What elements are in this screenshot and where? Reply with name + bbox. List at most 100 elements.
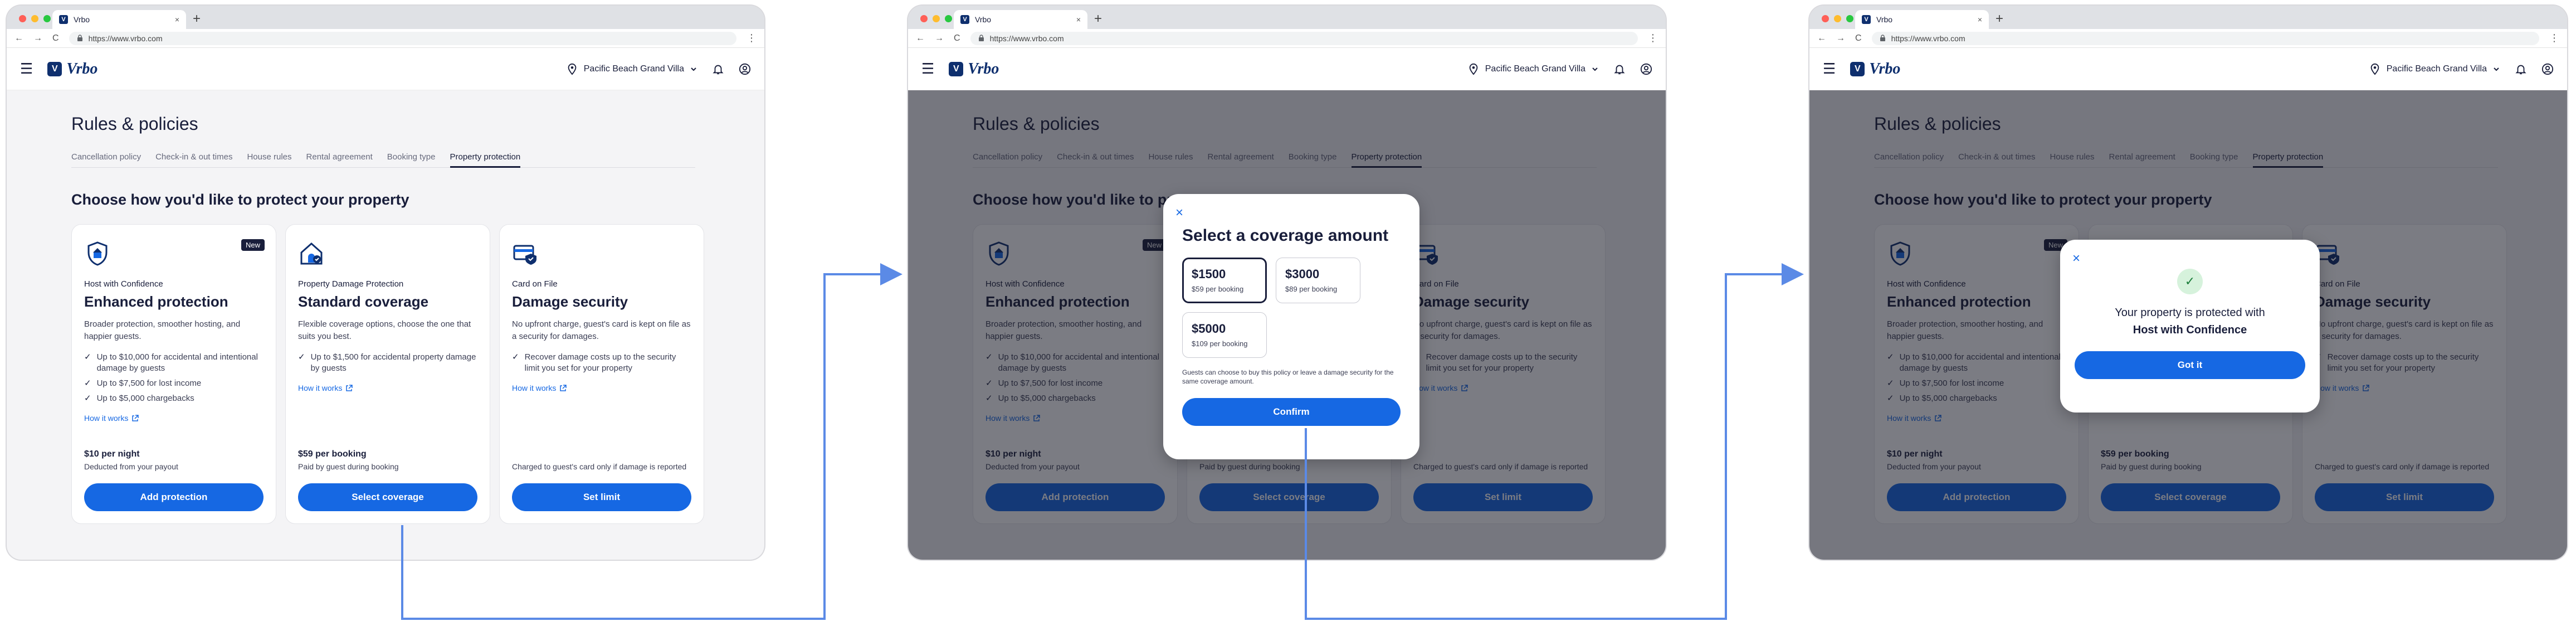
minimize-window-button[interactable] [1834,15,1841,22]
vrbo-logo[interactable]: V Vrbo [1850,60,1900,78]
vrbo-logo-mark: V [47,61,62,76]
benefit-text: Up to $5,000 chargebacks [96,394,194,403]
vrbo-logo[interactable]: V Vrbo [949,60,999,78]
tab-check-in-out-times[interactable]: Check-in & out times [155,150,232,168]
bell-icon[interactable] [712,63,724,75]
coverage-price: $89 per booking [1285,285,1338,293]
vrbo-logo-mark: V [949,61,964,76]
account-icon[interactable] [739,63,751,75]
maximize-window-button[interactable] [43,15,51,22]
reload-icon[interactable]: C [52,33,59,43]
hamburger-menu-icon[interactable]: ☰ [20,60,33,77]
card-benefits: ✓ Up to $1,500 for accidental property da… [298,352,477,378]
browser-tab[interactable]: V Vrbo × [52,10,186,29]
app-header: ☰ V Vrbo Pacific Beach Grand Villa [1809,48,2567,90]
how-it-works-link[interactable]: How it works [298,384,477,392]
new-tab-icon[interactable]: + [1996,11,2003,27]
new-tab-icon[interactable]: + [193,11,201,27]
lock-icon [1880,35,1885,41]
screen-2: V Vrbo × + ← → C https://www.vrbo.com ⋮ … [908,6,1666,560]
hamburger-menu-icon[interactable]: ☰ [1823,60,1836,77]
how-it-works-text: How it works [84,414,129,423]
property-selector[interactable]: Pacific Beach Grand Villa [1467,63,1599,75]
coverage-option[interactable]: $3000 $89 per booking [1276,258,1360,303]
coverage-amount-dialog: × Select a coverage amount $1500 $59 per bo… [1163,194,1419,459]
address-bar[interactable]: https://www.vrbo.com [1871,31,2539,45]
account-icon[interactable] [1640,63,1652,75]
back-icon[interactable]: ← [14,33,23,43]
success-message: Your property is protected with [2115,307,2265,319]
section-title: Choose how you'd like to protect your pr… [71,191,409,208]
card-price: $59 per booking [298,449,367,459]
back-icon[interactable]: ← [916,33,925,43]
card-shield-icon [512,240,539,267]
dialog-title: Select a coverage amount [1182,226,1389,245]
card-description: Broader protection, smoother hosting, an… [84,319,241,341]
minimize-window-button[interactable] [933,15,940,22]
bell-icon[interactable] [2515,63,2527,75]
browser-menu-icon[interactable]: ⋮ [1648,32,1658,44]
benefit-text: Up to $7,500 for lost income [96,379,202,388]
browser-tab-title: Vrbo [74,15,90,24]
card-damage-security: Card on File Damage security No upfront … [499,224,704,524]
close-tab-icon[interactable]: × [1978,15,1982,24]
close-window-button[interactable] [1822,15,1829,22]
tab-cancellation-policy[interactable]: Cancellation policy [71,150,141,168]
browser-tab[interactable]: V Vrbo × [1855,10,1989,29]
reload-icon[interactable]: C [1855,33,1862,43]
property-selector[interactable]: Pacific Beach Grand Villa [2369,63,2500,75]
address-bar-url: https://www.vrbo.com [989,33,1064,43]
tab-booking-type[interactable]: Booking type [387,150,436,168]
browser-tab[interactable]: V Vrbo × [954,10,1087,29]
maximize-window-button[interactable] [1846,15,1853,22]
confirm-button[interactable]: Confirm [1182,398,1401,426]
tab-rental-agreement[interactable]: Rental agreement [306,150,373,168]
coverage-option[interactable]: $1500 $59 per booking [1182,258,1267,303]
browser-menu-icon[interactable]: ⋮ [747,32,757,44]
address-bar-url: https://www.vrbo.com [1891,33,1965,43]
tab-property-protection[interactable]: Property protection [450,150,521,168]
card-price: $10 per night [84,449,140,459]
browser-toolbar: ← → C https://www.vrbo.com ⋮ [1809,29,2567,48]
minimize-window-button[interactable] [31,15,38,22]
forward-icon[interactable]: → [935,33,944,43]
how-it-works-link[interactable]: How it works [84,414,264,423]
select-coverage-button[interactable]: Select coverage [298,483,477,511]
tab-house-rules[interactable]: House rules [247,150,291,168]
maximize-window-button[interactable] [945,15,952,22]
coverage-option[interactable]: $5000 $109 per booking [1182,312,1267,358]
browser-menu-icon[interactable]: ⋮ [2549,32,2559,44]
forward-icon[interactable]: → [1836,33,1845,43]
external-link-icon [132,414,139,421]
card-title: Damage security [512,293,628,310]
vrbo-logo[interactable]: V Vrbo [47,60,97,78]
card-kicker: Property Damage Protection [298,279,404,289]
add-protection-button[interactable]: Add protection [84,483,264,511]
close-icon[interactable]: × [2072,251,2080,266]
close-tab-icon[interactable]: × [175,15,179,24]
how-it-works-link[interactable]: How it works [512,384,691,392]
new-tab-icon[interactable]: + [1094,11,1102,27]
property-selector[interactable]: Pacific Beach Grand Villa [566,63,697,75]
back-icon[interactable]: ← [1817,33,1826,43]
vrbo-wordmark: Vrbo [1869,60,1901,77]
close-window-button[interactable] [19,15,26,22]
account-icon[interactable] [2541,63,2554,75]
chevron-down-icon [691,67,696,71]
close-tab-icon[interactable]: × [1076,15,1081,24]
address-bar[interactable]: https://www.vrbo.com [69,31,736,45]
policy-tabs: Cancellation policy Check-in & out times H… [71,150,695,168]
hamburger-menu-icon[interactable]: ☰ [921,60,934,77]
close-window-button[interactable] [920,15,928,22]
new-badge: New [241,239,265,251]
set-limit-button[interactable]: Set limit [512,483,691,511]
card-kicker: Host with Confidence [84,279,163,289]
forward-icon[interactable]: → [33,33,42,43]
address-bar[interactable]: https://www.vrbo.com [970,31,1638,45]
bell-icon[interactable] [1613,63,1626,75]
screen-1: V Vrbo × + ← → C https://www.vrbo.com ⋮ … [7,6,764,560]
success-check-icon: ✓ [2177,269,2203,294]
reload-icon[interactable]: C [954,33,960,43]
close-icon[interactable]: × [1175,205,1183,221]
got-it-button[interactable]: Got it [2075,351,2305,379]
